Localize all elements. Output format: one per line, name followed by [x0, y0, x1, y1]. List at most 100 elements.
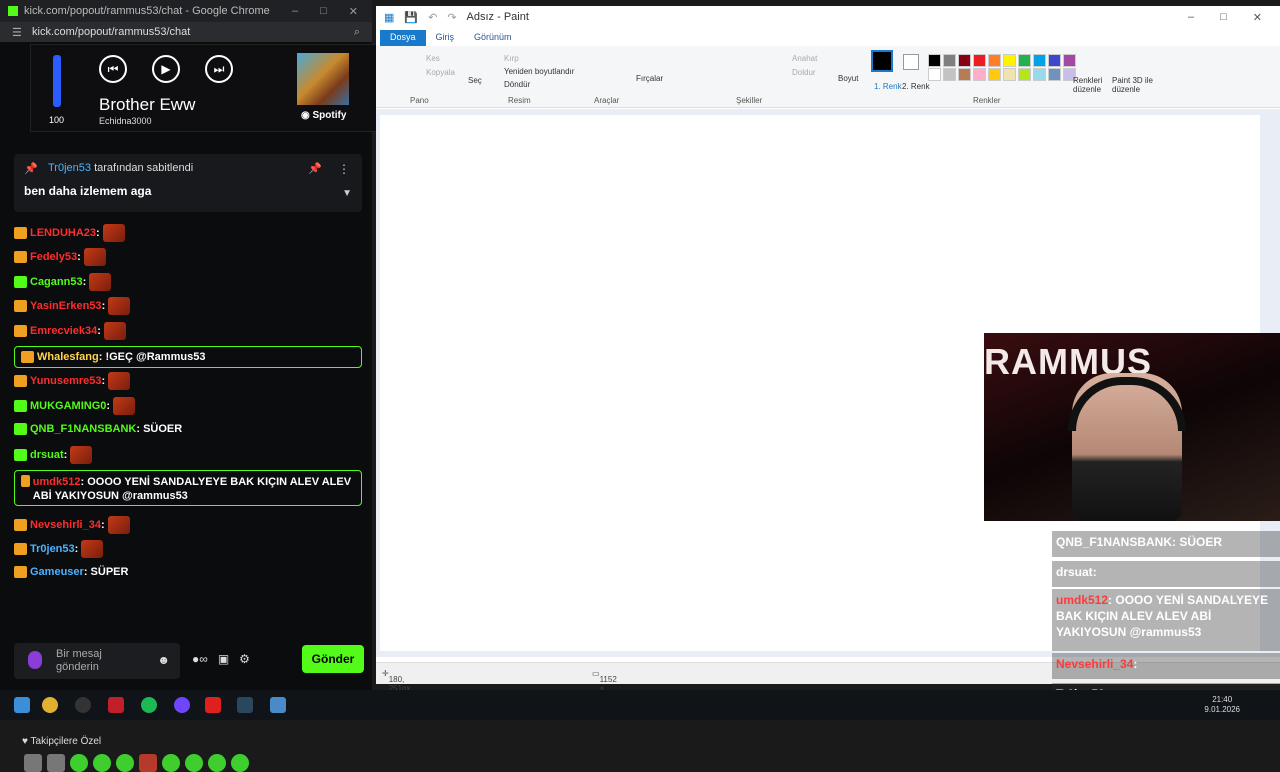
windows-start-icon[interactable] — [14, 697, 30, 713]
rotate-button[interactable]: Döndür — [504, 80, 530, 89]
youtube-icon[interactable] — [205, 697, 221, 713]
chat-username[interactable]: LENDUHA23 — [30, 227, 96, 239]
chat-username[interactable]: Fedely53 — [30, 251, 77, 263]
undo-icon[interactable]: ↶ — [428, 11, 437, 24]
palette-color[interactable] — [1033, 54, 1046, 67]
palette-color[interactable] — [958, 68, 971, 81]
overlay-username: umdk512 — [1056, 593, 1109, 607]
site-settings-icon[interactable]: ☰ — [12, 26, 22, 39]
palette-color[interactable] — [943, 68, 956, 81]
palette-color[interactable] — [1018, 68, 1031, 81]
chat-username[interactable]: Gameuser — [30, 566, 84, 578]
paint-taskbar-icon[interactable] — [270, 697, 286, 713]
brushes-button[interactable]: Fırçalar — [636, 74, 663, 83]
color-1-swatch[interactable] — [871, 50, 893, 72]
outline-button[interactable]: Anahat — [792, 54, 817, 63]
palette-color[interactable] — [943, 54, 956, 67]
address-bar[interactable]: ☰ kick.com/popout/rammus53/chat ⌕ — [0, 22, 372, 42]
emote-icon[interactable] — [47, 754, 65, 772]
play-icon[interactable]: ▶ — [152, 55, 180, 83]
emote-icon[interactable] — [116, 754, 134, 772]
chat-username[interactable]: MUKGAMING0 — [30, 400, 106, 412]
tab-giris[interactable]: Giriş — [426, 30, 465, 46]
maximize-button[interactable]: □ — [320, 5, 327, 18]
redo-icon[interactable]: ↷ — [447, 11, 456, 24]
chat-username[interactable]: drsuat — [30, 449, 64, 461]
chat-username[interactable]: Cagann53 — [30, 276, 83, 288]
fill-button[interactable]: Doldur — [792, 68, 816, 77]
chat-username[interactable]: YasinErken53 — [30, 300, 102, 312]
emote-icon[interactable] — [208, 754, 226, 772]
points-icon[interactable]: ●∞ — [192, 652, 208, 666]
chat-username[interactable]: QNB_F1NANSBANK — [30, 423, 136, 435]
unpin-icon[interactable]: 📌 — [308, 162, 322, 175]
copy-button[interactable]: Kopyala — [426, 68, 455, 77]
close-button[interactable]: ✕ — [1253, 11, 1262, 24]
spotify-icon[interactable] — [141, 697, 157, 713]
obs-icon[interactable] — [174, 697, 190, 713]
palette-color[interactable] — [1063, 54, 1076, 67]
app-icon[interactable] — [108, 697, 124, 713]
palette-color[interactable] — [973, 54, 986, 67]
maximize-button[interactable]: □ — [1220, 11, 1227, 24]
palette-color[interactable] — [1018, 54, 1031, 67]
user-badge-icon — [14, 566, 27, 578]
cut-button[interactable]: Kes — [426, 54, 440, 63]
emote-icon[interactable] — [185, 754, 203, 772]
emote-icon[interactable] — [231, 754, 249, 772]
volume-slider[interactable] — [53, 55, 61, 107]
resize-button[interactable]: Yeniden boyutlandır — [504, 67, 574, 76]
tray-clock[interactable]: 21:40 9.01.2026 — [1204, 695, 1240, 715]
group-pano: Pano — [410, 96, 429, 105]
palette-color[interactable] — [928, 68, 941, 81]
gear-icon[interactable]: ⚙ — [239, 652, 250, 666]
chat-input[interactable]: Bir mesaj gönderin ☻ — [14, 643, 180, 679]
palette-color[interactable] — [1003, 54, 1016, 67]
chat-username[interactable]: Yunusemre53 — [30, 375, 102, 387]
tab-gorunum[interactable]: Görünüm — [464, 30, 522, 46]
more-options-icon[interactable]: ⋮ — [338, 162, 350, 176]
palette-color[interactable] — [1048, 54, 1061, 67]
color-2-swatch[interactable] — [903, 54, 919, 70]
steam-icon[interactable] — [237, 697, 253, 713]
chat-username[interactable]: Emrecviek34 — [30, 325, 97, 337]
edit-colors-button[interactable]: Renkleri düzenle — [1073, 76, 1107, 94]
chat-username[interactable]: Whalesfang — [37, 351, 99, 363]
palette-color[interactable] — [988, 54, 1001, 67]
palette-color[interactable] — [988, 68, 1001, 81]
previous-track-icon[interactable]: ⏮ — [99, 55, 127, 83]
chat-username[interactable]: Nevsehirli_34 — [30, 519, 101, 531]
emote-icon[interactable] — [162, 754, 180, 772]
chrome-icon[interactable] — [42, 697, 58, 713]
paint3d-button[interactable]: Paint 3D ile düzenle — [1112, 76, 1156, 94]
emote-icon[interactable] — [139, 754, 157, 772]
zoom-icon[interactable]: ⌕ — [354, 26, 360, 39]
close-button[interactable]: ✕ — [349, 5, 358, 18]
palette-color[interactable] — [958, 54, 971, 67]
palette-color[interactable] — [928, 54, 941, 67]
chat-username[interactable]: Tr0jen53 — [30, 543, 75, 555]
emoji-icon[interactable]: ☻ — [157, 653, 170, 667]
emote-icon[interactable] — [70, 754, 88, 772]
chat-username[interactable]: umdk512 — [33, 476, 81, 488]
crop-button[interactable]: Kırp — [504, 54, 519, 63]
emote-icon[interactable] — [24, 754, 42, 772]
whatsapp-icon[interactable] — [75, 697, 91, 713]
palette-color[interactable] — [1003, 68, 1016, 81]
emote-icon[interactable] — [93, 754, 111, 772]
send-button[interactable]: Gönder — [302, 645, 364, 673]
palette-color[interactable] — [1033, 68, 1046, 81]
store-icon[interactable]: ▣ — [218, 652, 229, 666]
pinned-message[interactable]: 📌 Tr0jen53 tarafından sabitlendi 📌 ⋮ ben… — [14, 154, 362, 212]
next-track-icon[interactable]: ⏭ — [205, 55, 233, 83]
emote-quickbar[interactable] — [24, 754, 249, 772]
chevron-down-icon[interactable]: ▼ — [342, 188, 352, 199]
palette-color[interactable] — [973, 68, 986, 81]
save-icon[interactable]: 💾 — [404, 11, 418, 24]
size-button[interactable]: Boyut — [838, 74, 858, 83]
tab-dosya[interactable]: Dosya — [380, 30, 426, 46]
select-button[interactable]: Seç — [468, 76, 482, 85]
palette-color[interactable] — [1048, 68, 1061, 81]
minimize-button[interactable]: – — [1188, 11, 1194, 24]
minimize-button[interactable]: – — [292, 5, 298, 18]
